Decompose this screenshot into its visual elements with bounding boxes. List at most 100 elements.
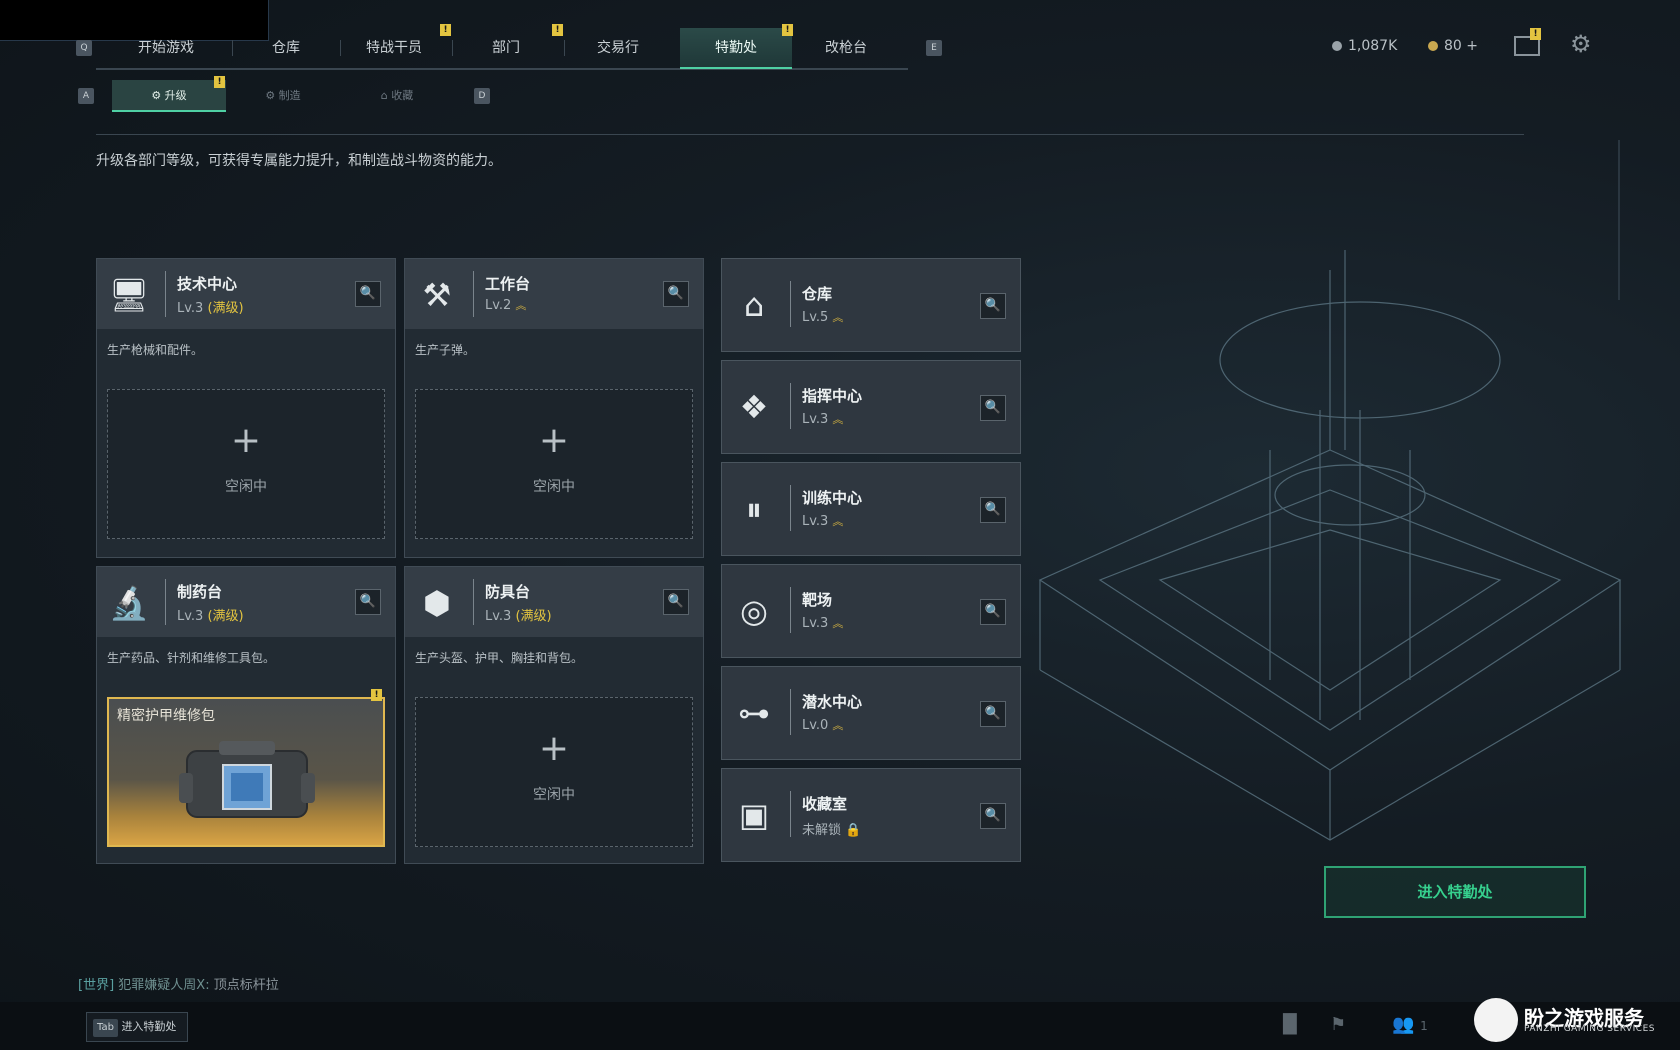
station-card-armor-bench[interactable]: ⬢ 防具台 Lv.3 (满级) 🔍 生产头盔、护甲、胸挂和背包。 + 空闲中 bbox=[404, 566, 704, 864]
department-name: 训练中心 bbox=[802, 489, 863, 507]
armor-repair-kit-icon bbox=[179, 741, 315, 818]
plus-icon: + bbox=[538, 728, 570, 769]
department-card-diving-center[interactable]: ⊶ 潜水中心 Lv.0 ︽ 🔍 bbox=[721, 666, 1021, 760]
station-subtitle: 生产药品、针剂和维修工具包。 bbox=[107, 651, 276, 665]
upgrade-chevron-icon: ︽ bbox=[515, 299, 527, 312]
tab-key: Tab bbox=[93, 1019, 118, 1037]
tab-hint[interactable]: Tab 进入特勤处 bbox=[86, 1012, 188, 1042]
side-ruler bbox=[1618, 140, 1620, 300]
station-card-workbench[interactable]: ⚒ 工作台 Lv.2 ︽ 🔍 生产子弹。 + 空闲中 bbox=[404, 258, 704, 558]
subtab-next-key[interactable]: D bbox=[474, 88, 490, 104]
friends-icon[interactable]: 👥 1 bbox=[1392, 1014, 1428, 1035]
subtab-collection[interactable]: ⌂ 收藏 bbox=[340, 80, 454, 112]
nav-next-key[interactable]: E bbox=[926, 40, 942, 56]
cubes-icon: ⬢ bbox=[423, 584, 451, 622]
slot-status: 空闲中 bbox=[225, 479, 267, 495]
dumbbell-icon: ⏸ bbox=[745, 490, 762, 528]
chat-sender: 犯罪嫌疑人周X: bbox=[118, 978, 210, 993]
subtab-upgrade[interactable]: ⚙ 升级 bbox=[112, 80, 226, 112]
command-icon: ❖ bbox=[739, 388, 769, 426]
production-slot[interactable]: + 空闲中 bbox=[415, 389, 693, 539]
microscope-icon: 🔬 bbox=[109, 584, 149, 622]
tab-department[interactable]: 部门 bbox=[456, 28, 556, 68]
subtab-craft[interactable]: ⚙ 制造 bbox=[226, 80, 340, 112]
craft-icon: ⚙ bbox=[265, 89, 279, 102]
upgrade-icon: ⚙ bbox=[151, 89, 165, 102]
tab-start-game[interactable]: 开始游戏 bbox=[116, 28, 216, 68]
upgrade-chevron-icon: ︽ bbox=[832, 617, 844, 630]
department-name: 靶场 bbox=[802, 591, 833, 609]
department-level: Lv.3 ︽ bbox=[802, 514, 844, 529]
search-icon[interactable]: 🔍 bbox=[980, 701, 1006, 727]
flag-icon[interactable]: ⚑ bbox=[1330, 1014, 1346, 1035]
station-subtitle: 生产子弹。 bbox=[415, 343, 476, 357]
department-card-collection-room[interactable]: ▣ 收藏室 未解锁 🔒 🔍 bbox=[721, 768, 1021, 862]
tab-trading[interactable]: 交易行 bbox=[568, 28, 668, 68]
search-icon[interactable]: 🔍 bbox=[980, 599, 1006, 625]
chat-message[interactable]: [世界] 犯罪嫌疑人周X: 顶点标杆拉 bbox=[78, 974, 279, 993]
premium-balance[interactable]: 80 + bbox=[1428, 38, 1478, 54]
base-illustration bbox=[1038, 250, 1622, 841]
subtab-prev-key[interactable]: A bbox=[78, 88, 94, 104]
department-level: Lv.3 ︽ bbox=[802, 616, 844, 631]
department-card-training-center[interactable]: ⏸ 训练中心 Lv.3 ︽ 🔍 bbox=[721, 462, 1021, 556]
production-slot[interactable]: + 空闲中 bbox=[107, 389, 385, 539]
department-card-shooting-range[interactable]: ◎ 靶场 Lv.3 ︽ 🔍 bbox=[721, 564, 1021, 658]
plus-icon: + bbox=[230, 420, 262, 461]
station-name: 工作台 bbox=[485, 275, 531, 293]
crafting-item[interactable]: 精密护甲维修包 bbox=[107, 697, 385, 847]
top-nav: 开始游戏 仓库 特战干员 ! 部门 ! 交易行 特勤处 ! 改枪台 bbox=[96, 24, 908, 70]
department-name: 指挥中心 bbox=[802, 387, 863, 405]
badge-department: ! bbox=[552, 24, 563, 36]
panda-logo-icon bbox=[1474, 998, 1518, 1042]
coin-icon bbox=[1332, 41, 1342, 51]
search-icon[interactable]: 🔍 bbox=[980, 395, 1006, 421]
nav-prev-key[interactable]: Q bbox=[76, 40, 92, 56]
premium-coin-icon bbox=[1428, 41, 1438, 51]
enter-special-ops-button[interactable]: 进入特勤处 bbox=[1324, 866, 1586, 918]
search-icon[interactable]: 🔍 bbox=[663, 281, 689, 307]
tab-operators[interactable]: 特战干员 bbox=[344, 28, 444, 68]
department-level: Lv.0 ︽ bbox=[802, 718, 844, 733]
department-name: 潜水中心 bbox=[802, 693, 863, 711]
station-name: 防具台 bbox=[485, 583, 531, 601]
department-level: Lv.3 ︽ bbox=[802, 412, 844, 427]
target-icon: ◎ bbox=[740, 592, 768, 630]
divider bbox=[96, 134, 1524, 135]
search-icon[interactable]: 🔍 bbox=[355, 589, 381, 615]
search-icon[interactable]: 🔍 bbox=[355, 281, 381, 307]
search-icon[interactable]: 🔍 bbox=[980, 803, 1006, 829]
tab-gunsmith[interactable]: 改枪台 bbox=[796, 28, 896, 68]
lock-icon: 🔒 bbox=[845, 823, 862, 838]
gear-icon[interactable]: ⚙ bbox=[1570, 30, 1592, 58]
search-icon[interactable]: 🔍 bbox=[980, 497, 1006, 523]
coin-balance: 1,087K bbox=[1332, 38, 1397, 54]
warehouse-icon: ⌂ bbox=[743, 286, 765, 324]
crafting-badge: ! bbox=[371, 689, 382, 701]
production-slot[interactable]: + 空闲中 bbox=[415, 697, 693, 847]
tab-special-ops[interactable]: 特勤处 bbox=[680, 28, 792, 69]
station-card-tech-center[interactable]: 🖥 技术中心 Lv.3 (满级) 🔍 生产枪械和配件。 + 空闲中 bbox=[96, 258, 396, 558]
station-card-pharmacy[interactable]: 🔬 制药台 Lv.3 (满级) 🔍 生产药品、针剂和维修工具包。 精密护甲维修包… bbox=[96, 566, 396, 864]
tab-warehouse[interactable]: 仓库 bbox=[236, 28, 336, 68]
diving-mask-icon: ⊶ bbox=[738, 694, 770, 732]
department-card-warehouse[interactable]: ⌂ 仓库 Lv.5 ︽ 🔍 bbox=[721, 258, 1021, 352]
page-description: 升级各部门等级，可获得专属能力提升，和制造战斗物资的能力。 bbox=[96, 153, 502, 169]
slot-status: 空闲中 bbox=[533, 787, 575, 803]
tools-icon: ⚒ bbox=[422, 276, 452, 314]
chat-text: 顶点标杆拉 bbox=[213, 978, 279, 993]
department-level: Lv.5 ︽ bbox=[802, 310, 844, 325]
station-level: Lv.3 (满级) bbox=[177, 301, 244, 316]
department-name: 收藏室 bbox=[802, 795, 848, 813]
mail-badge: ! bbox=[1530, 28, 1541, 40]
station-level: Lv.2 ︽ bbox=[485, 298, 527, 313]
search-icon[interactable]: 🔍 bbox=[980, 293, 1006, 319]
plus-icon: + bbox=[538, 420, 570, 461]
station-level: Lv.3 (满级) bbox=[485, 609, 552, 624]
search-icon[interactable]: 🔍 bbox=[663, 589, 689, 615]
chat-channel: [世界] bbox=[78, 978, 115, 993]
stats-icon[interactable]: ▐▌ bbox=[1276, 1014, 1304, 1035]
upgrade-chevron-icon: ︽ bbox=[832, 515, 844, 528]
station-level: Lv.3 (满级) bbox=[177, 609, 244, 624]
department-card-command-center[interactable]: ❖ 指挥中心 Lv.3 ︽ 🔍 bbox=[721, 360, 1021, 454]
